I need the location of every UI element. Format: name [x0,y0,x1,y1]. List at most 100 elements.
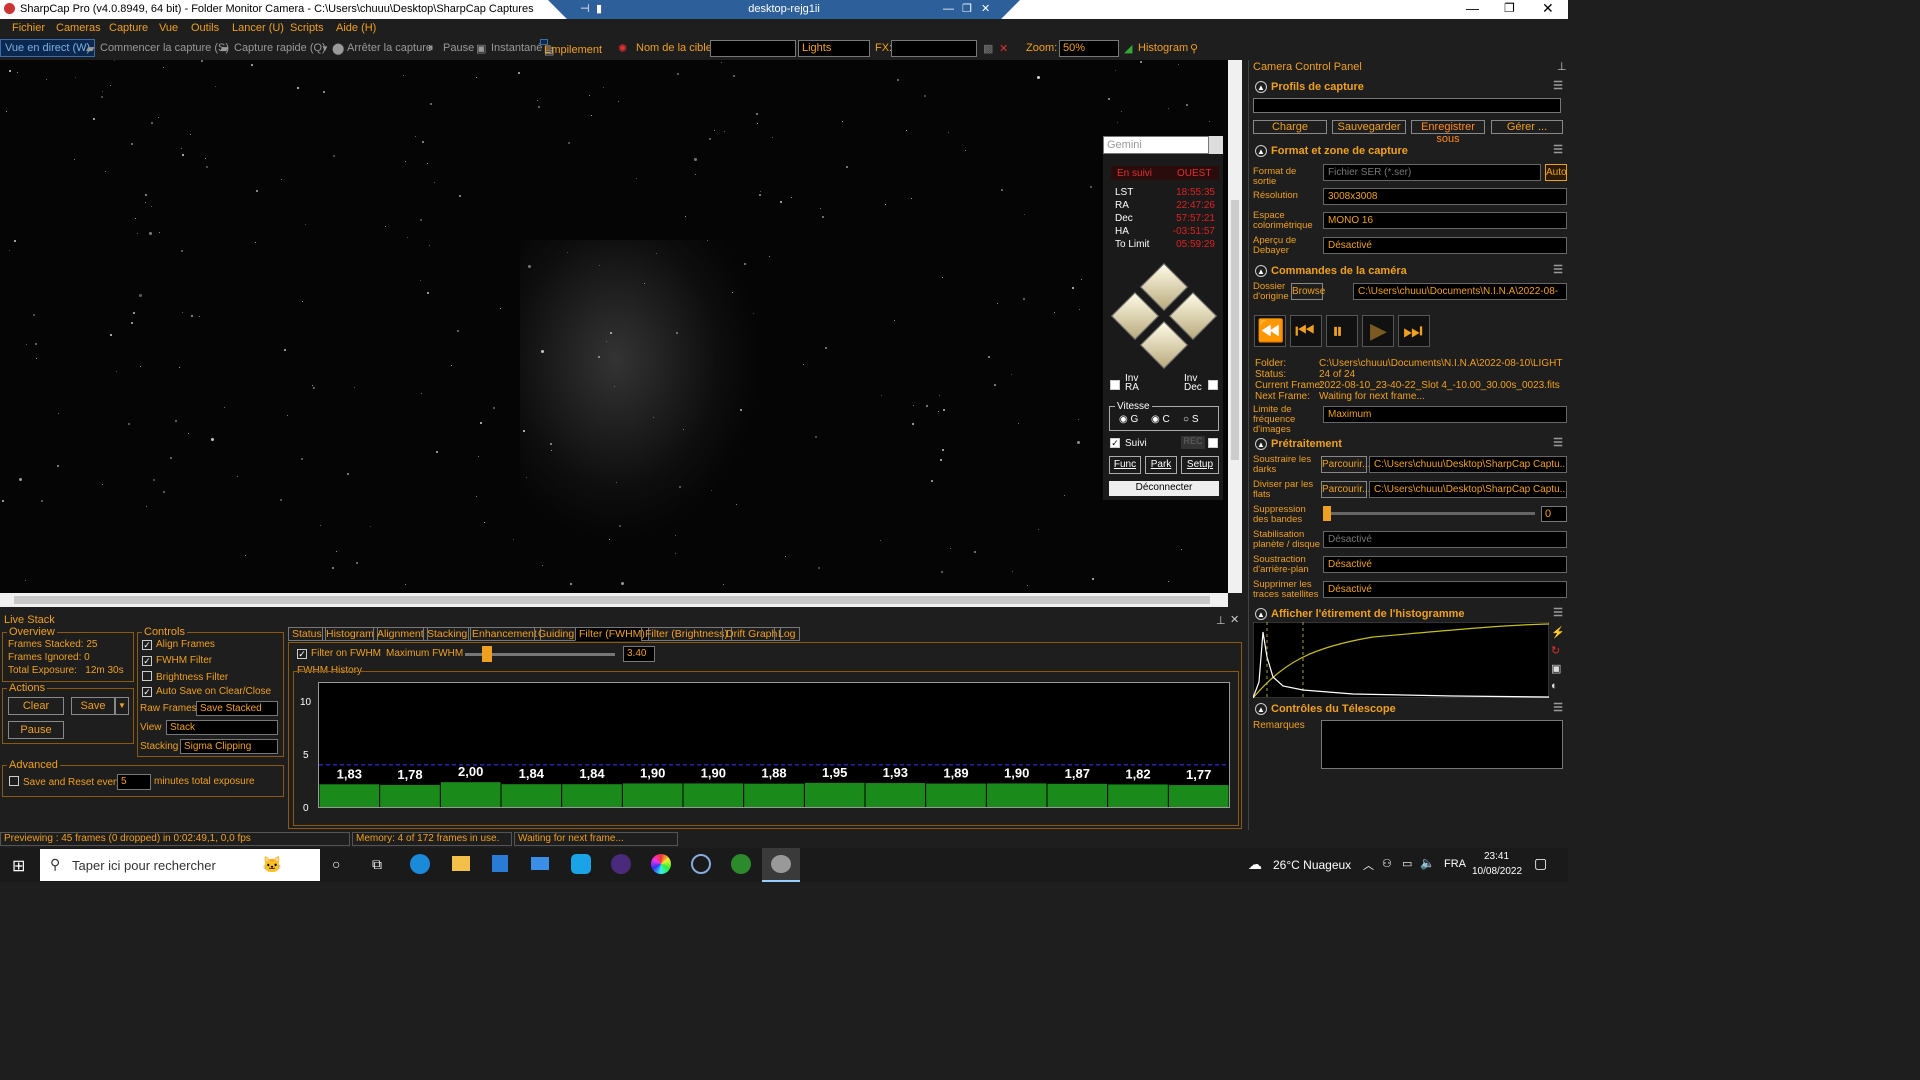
tab-filter-brightness[interactable]: Filter (Brightness) [641,627,732,641]
fx-off-icon[interactable]: ✕ [999,42,1008,55]
zoom-select[interactable]: 50% [1059,40,1119,57]
stacking-button[interactable]: ▤ Empilement [540,39,602,57]
profiles-section-header[interactable]: ▲ Profils de capture ☰ [1253,79,1565,97]
store-icon[interactable] [492,855,508,872]
colour-space-select[interactable]: MONO 16 [1323,212,1567,229]
dark-browse-button[interactable]: Parcourir... [1321,456,1370,473]
debayer-select[interactable]: Désactivé [1323,237,1567,254]
manage-profiles-button[interactable]: Gérer ... [1491,120,1563,134]
max-fwhm-slider-thumb[interactable] [482,646,492,662]
align-frames-checkbox[interactable]: ✓ [142,640,152,650]
task-view-icon[interactable]: ⧉ [372,856,382,873]
tracking-checkbox[interactable]: ✓ [1110,438,1120,448]
live-view-button[interactable]: Vue en direct (W) [0,39,96,57]
start-capture-button[interactable]: Commencer la capture (S) [100,42,229,54]
auto-button[interactable]: Auto [1545,164,1567,181]
menu-icon[interactable]: ☰ [1553,436,1563,449]
camera-controls-section-header[interactable]: ▲ Commandes de la caméra ☰ [1253,263,1565,281]
browse-button[interactable]: Browse [1291,283,1325,300]
target-name-input[interactable] [710,40,796,57]
rec-checkbox[interactable] [1208,438,1218,448]
phd2-icon[interactable] [731,854,751,874]
menu-icon[interactable]: ☰ [1553,263,1563,276]
menu-lancer[interactable]: Lancer (U) [232,22,284,34]
windows-start-icon[interactable]: ⊞ [12,856,25,876]
frame-rate-select[interactable]: Maximum [1323,406,1567,423]
messenger-icon[interactable] [571,854,591,874]
quick-capture-button[interactable]: Capture rapide (Q) [234,42,326,54]
save-button[interactable]: Save [71,697,115,715]
brightness-filter-checkbox[interactable] [142,671,152,681]
save-reset-checkbox[interactable] [9,776,19,786]
next-button[interactable]: ⏭ [1398,315,1430,347]
weather-text[interactable]: 26°C Nuageux [1273,858,1351,872]
close-icon[interactable]: ✕ [1542,0,1554,17]
quick-capture-dropdown-icon[interactable]: ▼ [321,44,329,53]
menu-outils[interactable]: Outils [191,22,219,34]
save-profile-as-button[interactable]: Enregistrer sous [1411,120,1485,145]
notes-textarea[interactable] [1321,720,1563,769]
pin-icon[interactable]: ⊥ [1216,614,1226,627]
rdp-minimize-icon[interactable]: — [943,0,954,19]
tab-histogram[interactable]: Histogram [322,627,378,641]
minimize-icon[interactable]: — [1466,1,1479,16]
profile-select[interactable] [1253,98,1561,113]
banding-slider-thumb[interactable] [1323,506,1331,521]
reset-stretch-icon[interactable]: ↻ [1551,644,1560,657]
clock-time[interactable]: 23:41 [1484,851,1509,862]
banding-value[interactable]: 0 [1541,506,1567,522]
flat-browse-button[interactable]: Parcourir... [1321,481,1370,498]
source-folder-select[interactable]: C:\Users\chuuu\Documents\N.I.N.A\2022-08… [1353,283,1567,300]
filter-on-fwhm-checkbox[interactable]: ✓ [297,649,307,659]
preprocessing-section-header[interactable]: ▲ Prétraitement ☰ [1253,436,1565,454]
tab-drift-graph[interactable]: Drift Graph [722,627,782,641]
menu-icon[interactable]: ☰ [1553,701,1563,714]
auto-stretch-icon[interactable]: ⚡ [1551,626,1565,639]
display-adjust-icon[interactable]: ⚲ [1190,42,1198,55]
output-format-select[interactable]: Fichier SER (*.ser) [1323,164,1541,181]
taskbar-search-box[interactable]: ⚲ Taper ici pour rechercher 🐱 [40,849,320,881]
rdp-close-icon[interactable]: ✕ [981,0,990,19]
telescope-section-header[interactable]: ▲ Contrôles du Télescope ☰ [1253,701,1565,719]
tab-alignment[interactable]: Alignment [373,627,428,641]
mount-select[interactable]: Gemini [1103,136,1209,154]
fx-settings-icon[interactable]: ▩ [983,42,993,55]
clear-button[interactable]: Clear [8,697,64,715]
menu-icon[interactable]: ☰ [1553,606,1563,619]
clock-date[interactable]: 10/08/2022 [1472,866,1522,877]
color-app-icon[interactable] [651,854,671,874]
fwhm-filter-checkbox[interactable]: ✓ [142,656,152,666]
network-icon[interactable]: ▭ [1402,857,1412,870]
disconnect-button[interactable]: Déconnecter [1109,481,1219,496]
tab-status[interactable]: Status [288,627,326,641]
tray-icon[interactable]: ⚇ [1382,857,1392,870]
maximize-icon[interactable]: ❐ [1504,1,1515,15]
menu-capture[interactable]: Capture [109,22,148,34]
speed-c-radio[interactable]: ◉ C [1151,414,1170,425]
rdp-restore-icon[interactable]: ❐ [962,0,972,19]
reset-minutes-input[interactable]: 5 [117,774,151,790]
setup-button[interactable]: Setup [1181,456,1219,474]
mail-icon[interactable] [531,857,549,870]
format-section-header[interactable]: ▲ Format et zone de capture ☰ [1253,143,1565,161]
histogram-plot[interactable] [1253,622,1549,698]
pause-button[interactable]: Pause [443,42,474,54]
tab-filter-fwhm[interactable]: Filter (FWHM) [575,627,649,641]
satellite-select[interactable]: Désactivé [1323,581,1567,598]
pause-playback-button[interactable]: ⏸ [1326,315,1358,347]
dark-file-select[interactable]: C:\Users\chuuu\Desktop\SharpCap Captu... [1369,456,1567,473]
tray-chevron-icon[interactable]: ︿ [1363,857,1374,873]
park-button[interactable]: Park [1145,456,1177,474]
tab-log[interactable]: Log [774,627,800,641]
resolution-select[interactable]: 3008x3008 [1323,188,1567,205]
load-profile-button[interactable]: Charge [1253,120,1327,134]
menu-vue[interactable]: Vue [159,22,178,34]
notifications-icon[interactable]: ▢ [1534,855,1547,872]
tab-guiding[interactable]: Guiding [534,627,579,641]
vertical-scrollbar[interactable] [1228,60,1242,593]
banding-slider[interactable] [1325,512,1535,515]
inv-dec-checkbox[interactable] [1208,380,1218,390]
save-stretch-icon[interactable]: ▣ [1551,662,1561,675]
raw-frames-select[interactable]: Save Stacked [196,701,278,716]
save-dropdown-icon[interactable]: ▼ [115,697,129,715]
